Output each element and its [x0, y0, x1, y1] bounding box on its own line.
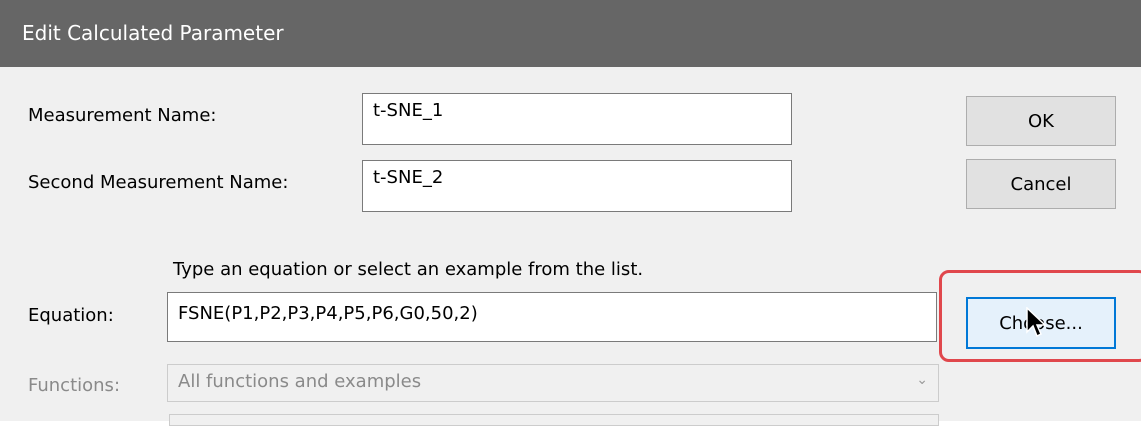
- equation-input[interactable]: FSNE(P1,P2,P3,P4,P5,P6,G0,50,2): [167, 292, 937, 342]
- equation-hint: Type an equation or select an example fr…: [173, 259, 644, 280]
- dialog-titlebar[interactable]: Edit Calculated Parameter: [0, 0, 1141, 67]
- ok-button[interactable]: OK: [966, 96, 1116, 146]
- mouse-cursor-icon: [1026, 307, 1047, 338]
- measurement-name-input[interactable]: t-SNE_1: [362, 93, 792, 145]
- equation-label: Equation:: [28, 305, 114, 326]
- examples-list[interactable]: [169, 414, 939, 426]
- dialog-title: Edit Calculated Parameter: [22, 21, 284, 45]
- cancel-button[interactable]: Cancel: [966, 159, 1116, 209]
- functions-label: Functions:: [28, 375, 121, 396]
- second-measurement-name-input[interactable]: t-SNE_2: [362, 160, 792, 212]
- functions-combobox[interactable]: All functions and examples ⌄: [167, 364, 939, 402]
- measurement-name-label: Measurement Name:: [28, 105, 217, 126]
- second-measurement-name-label: Second Measurement Name:: [28, 172, 289, 193]
- chevron-down-icon: ⌄: [916, 372, 928, 388]
- functions-selected-value: All functions and examples: [178, 371, 422, 392]
